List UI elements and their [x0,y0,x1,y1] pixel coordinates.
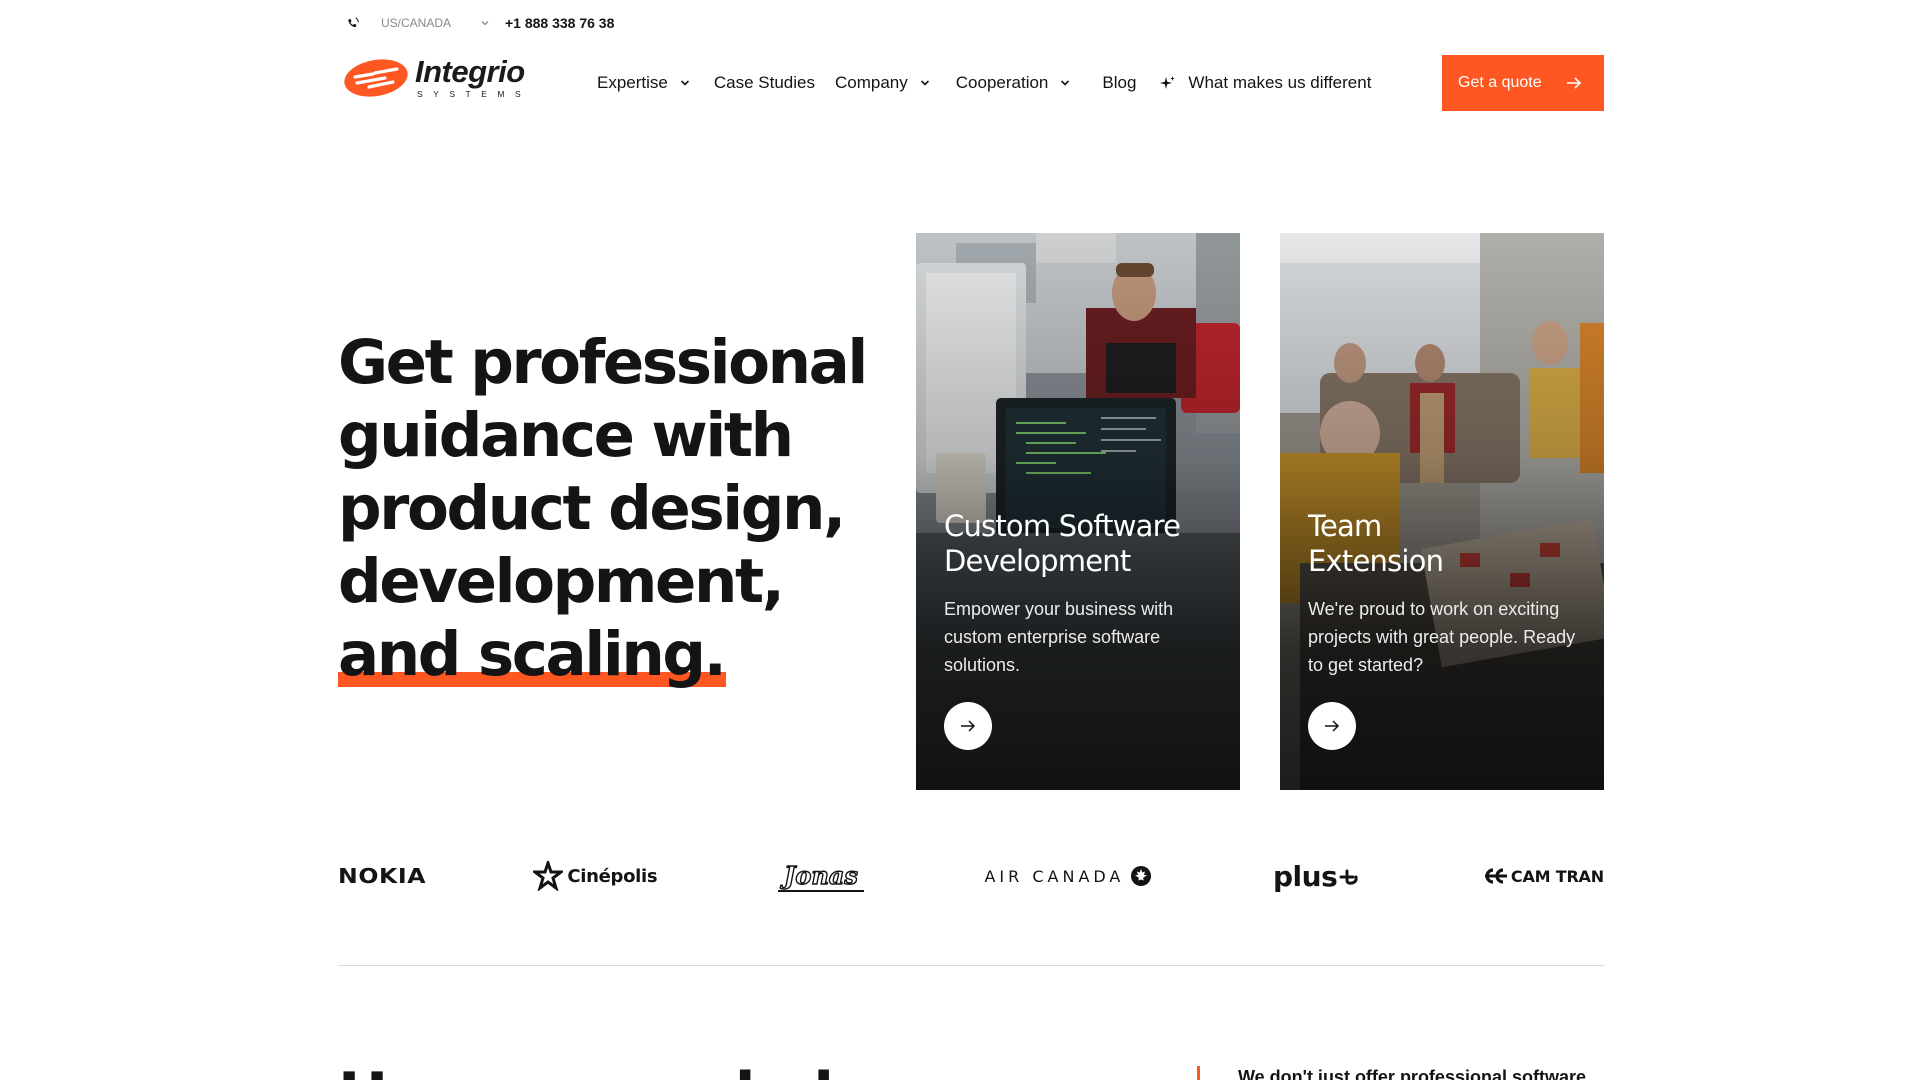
nav-cooperation-label: Cooperation [955,73,1049,92]
arrow-right-icon [1566,77,1581,89]
section-title: How we can help [338,1060,874,1080]
nav-different-label: What makes us different [1188,73,1372,92]
integrio-logo[interactable]: Integrio SYSTEMS [343,53,531,103]
chevron-down-icon [1061,80,1070,86]
hero-title: Get professional guidance with product d… [338,326,898,691]
hero-title-line: product design, [338,473,846,544]
get-a-quote-label: Get a quote [1458,74,1542,91]
phone-number-link[interactable]: +1 888 338 76 38 [505,15,614,31]
nav-expertise[interactable]: Expertise [597,73,692,93]
air-canada-logo: AIR CANADA [984,865,1152,887]
hero-title-line: guidance with [338,400,794,471]
card-arrow-button[interactable] [944,702,992,750]
camtran-mark-icon [1484,868,1507,884]
chevron-down-icon [680,80,689,86]
hero-title-line: Get professional [338,327,868,398]
get-a-quote-button[interactable]: Get a quote [1442,55,1604,111]
nav-cooperation[interactable]: Cooperation [956,73,1073,93]
jonas-logo: Jonas [777,860,864,892]
nav-case-studies[interactable]: Case Studies [714,73,815,93]
arrow-right-icon [961,720,976,732]
sparkle-icon [1160,76,1176,89]
star-icon [533,861,564,891]
section-side-text: We don't just offer professional softwar… [1238,1067,1586,1080]
logo-wordmark: Integrio [415,54,525,89]
chevron-down-icon [920,80,929,86]
card-title: Team Extension [1308,509,1444,578]
hero-title-line: development, [338,546,785,617]
chevron-down-icon [481,21,489,26]
nav-company[interactable]: Company [835,73,932,93]
nav-blog-label: Blog [1102,73,1137,92]
cinepolis-logo: Cinépolis [533,861,658,891]
plus-tail-icon [1339,869,1358,885]
card-title: Custom Software Development [944,509,1181,578]
nav-expertise-label: Expertise [597,73,668,92]
nav-what-makes-us-different[interactable]: What makes us different [1160,73,1371,93]
arrow-right-icon [1325,720,1340,732]
plus-logo: plus [1273,860,1360,893]
integrio-logo-mark [344,59,408,97]
top-bar: US/CANADA +1 888 338 76 38 [345,12,614,34]
region-label: US/CANADA [381,16,452,30]
hero-title-highlight: and scaling. [338,619,727,690]
card-description: Empower your business with custom enterp… [944,599,1174,675]
service-card-team-extension[interactable]: Team Extension We're proud to work on ex… [1280,233,1604,790]
main-nav: Expertise Case Studies Company Cooperati… [597,68,1371,98]
camtran-logo: CAM TRAN [1481,867,1604,886]
service-card-custom-software[interactable]: Custom Software Development Empower your… [916,233,1240,790]
phone-icon [345,15,361,31]
section-divider [338,965,1604,966]
nav-case-studies-label: Case Studies [713,73,815,92]
card-description: We're proud to work on exciting projects… [1308,599,1576,675]
quote-accent-bar [1197,1066,1200,1080]
nokia-logo: NOKIA [338,864,427,888]
nav-company-label: Company [835,73,908,92]
maple-leaf-icon [1131,866,1152,886]
logo-subtitle: SYSTEMS [417,89,532,99]
region-select[interactable]: US/CANADA [381,16,491,30]
nav-blog[interactable]: Blog [1102,73,1136,93]
card-arrow-button[interactable] [1308,702,1356,750]
client-logos: NOKIA Cinépolis Jonas AIR CANADA plus CA… [338,855,1604,897]
